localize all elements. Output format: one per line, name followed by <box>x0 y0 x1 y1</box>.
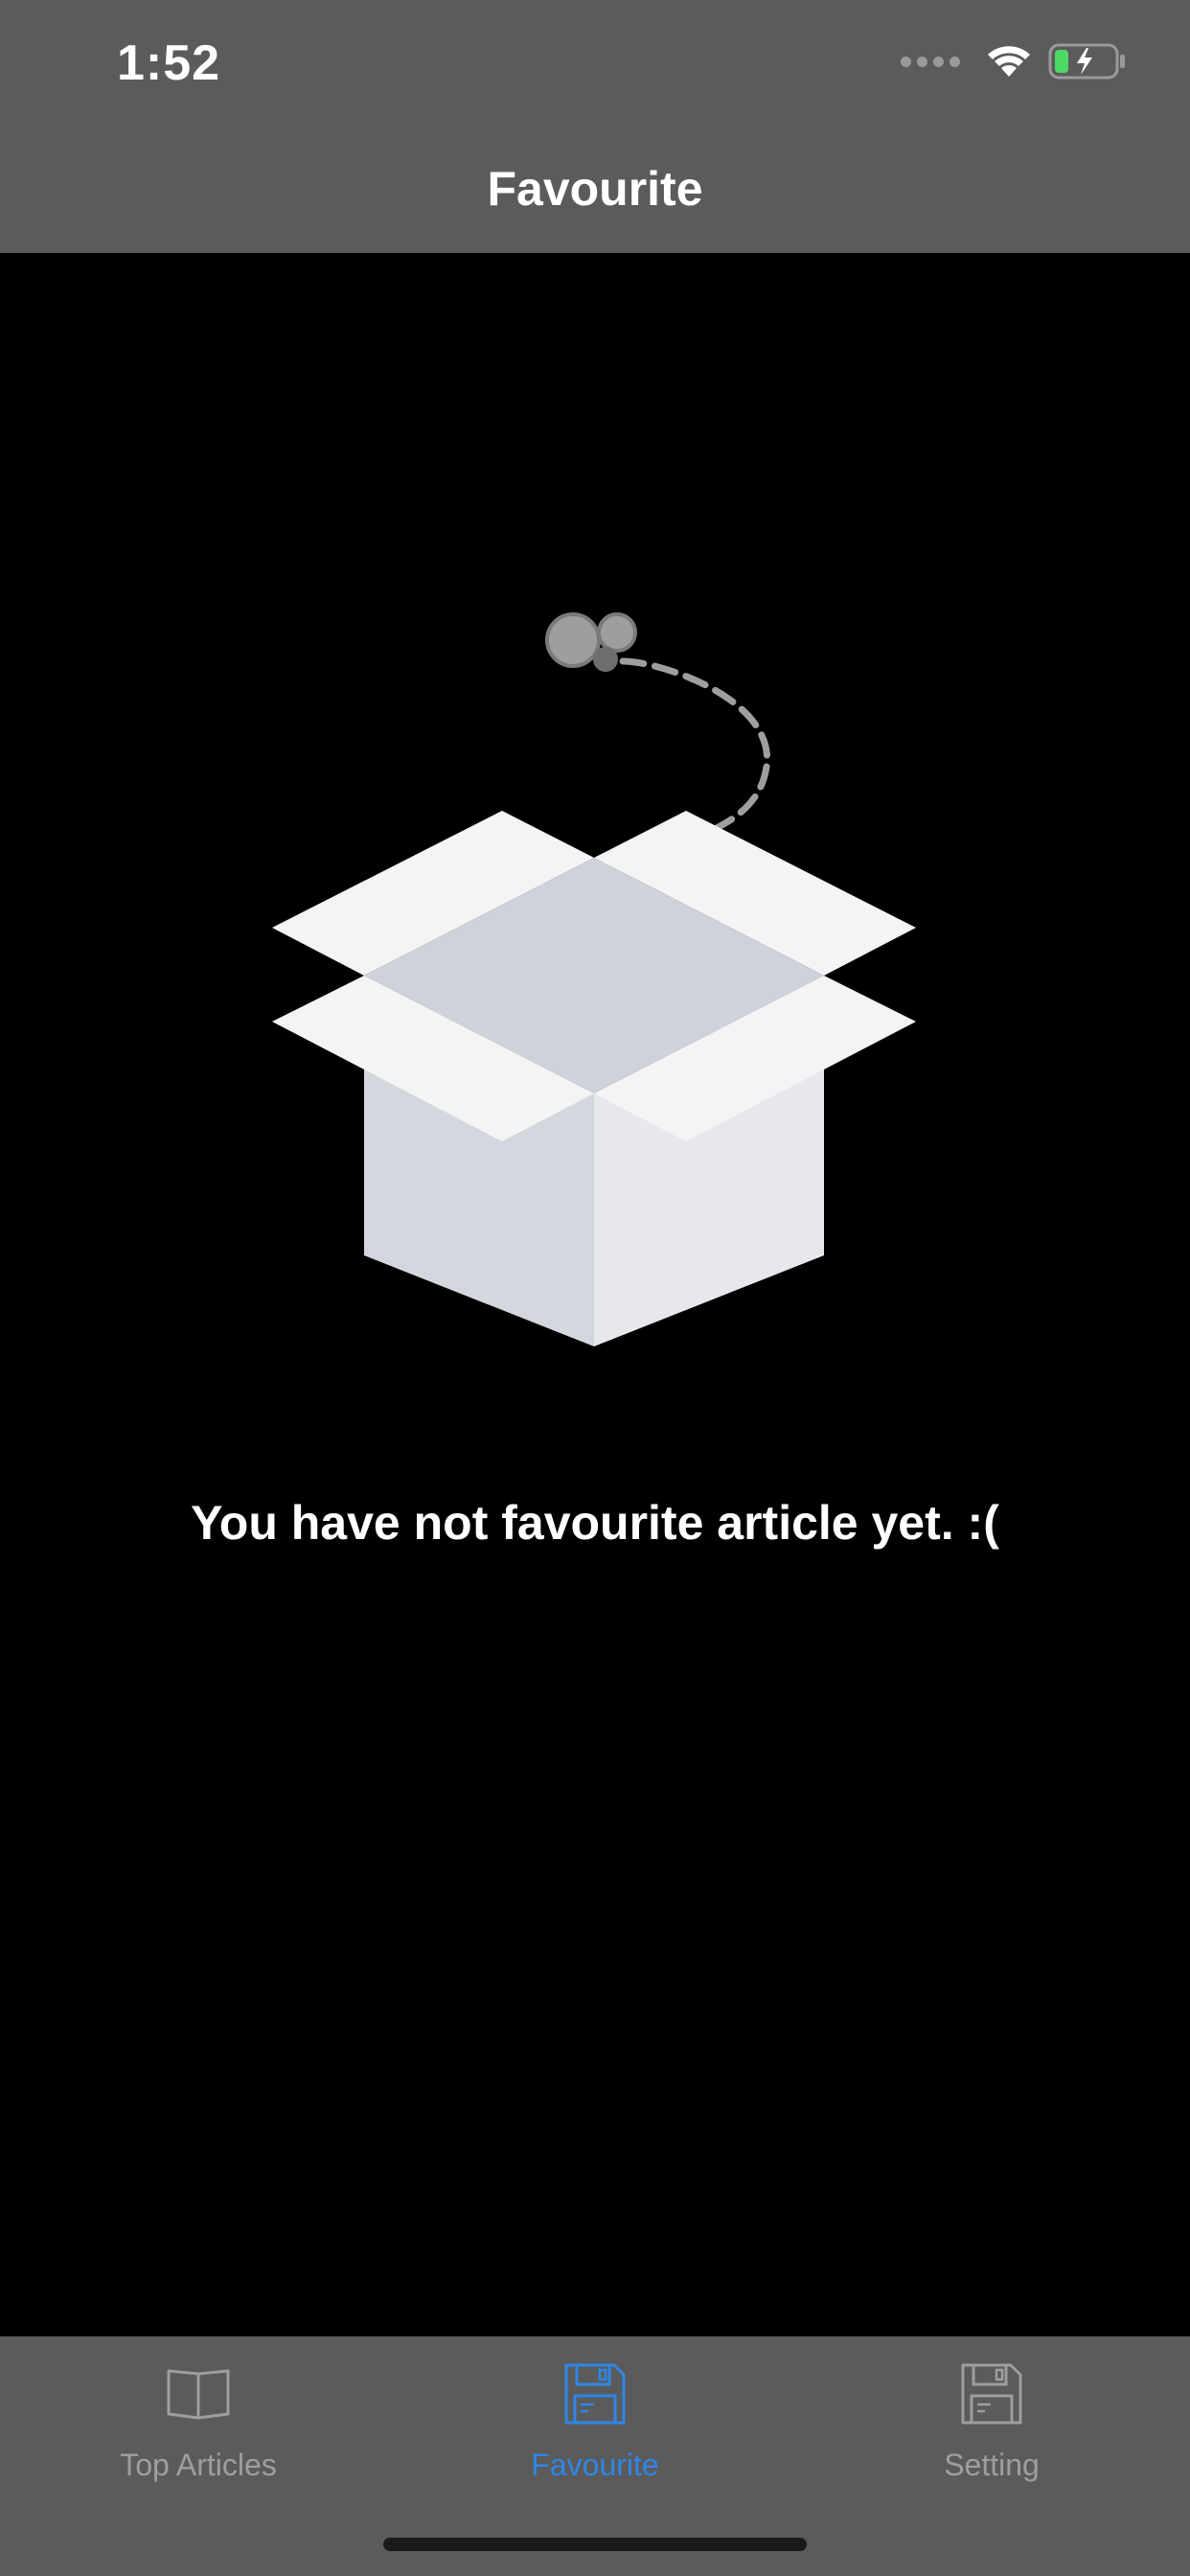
tab-favourite[interactable]: Favourite <box>397 2336 793 2528</box>
empty-box-icon <box>272 612 916 1346</box>
floppy-disk-icon <box>961 2363 1022 2425</box>
floppy-disk-icon <box>564 2363 626 2425</box>
favourite-screen: 1:52 Favourite You have not favourite ar… <box>0 0 1190 2576</box>
book-icon <box>167 2369 230 2420</box>
tab-label: Favourite <box>531 2448 659 2482</box>
tab-label: Setting <box>944 2448 1040 2482</box>
page-title: Favourite <box>487 162 703 216</box>
tab-top-articles[interactable]: Top Articles <box>0 2336 397 2528</box>
status-icons <box>901 42 1127 80</box>
tab-setting[interactable]: Setting <box>793 2336 1190 2528</box>
home-indicator[interactable] <box>383 2538 807 2551</box>
signal-icon <box>901 56 960 67</box>
battery-charging-icon <box>1048 43 1125 80</box>
empty-state-message: You have not favourite article yet. :( <box>191 1496 999 1550</box>
header: 1:52 Favourite <box>0 0 1190 253</box>
wifi-icon <box>988 46 1030 77</box>
tab-bar: Top Articles Favourite Setting <box>0 2336 1190 2576</box>
status-time: 1:52 <box>117 35 221 91</box>
tab-label: Top Articles <box>120 2448 277 2482</box>
